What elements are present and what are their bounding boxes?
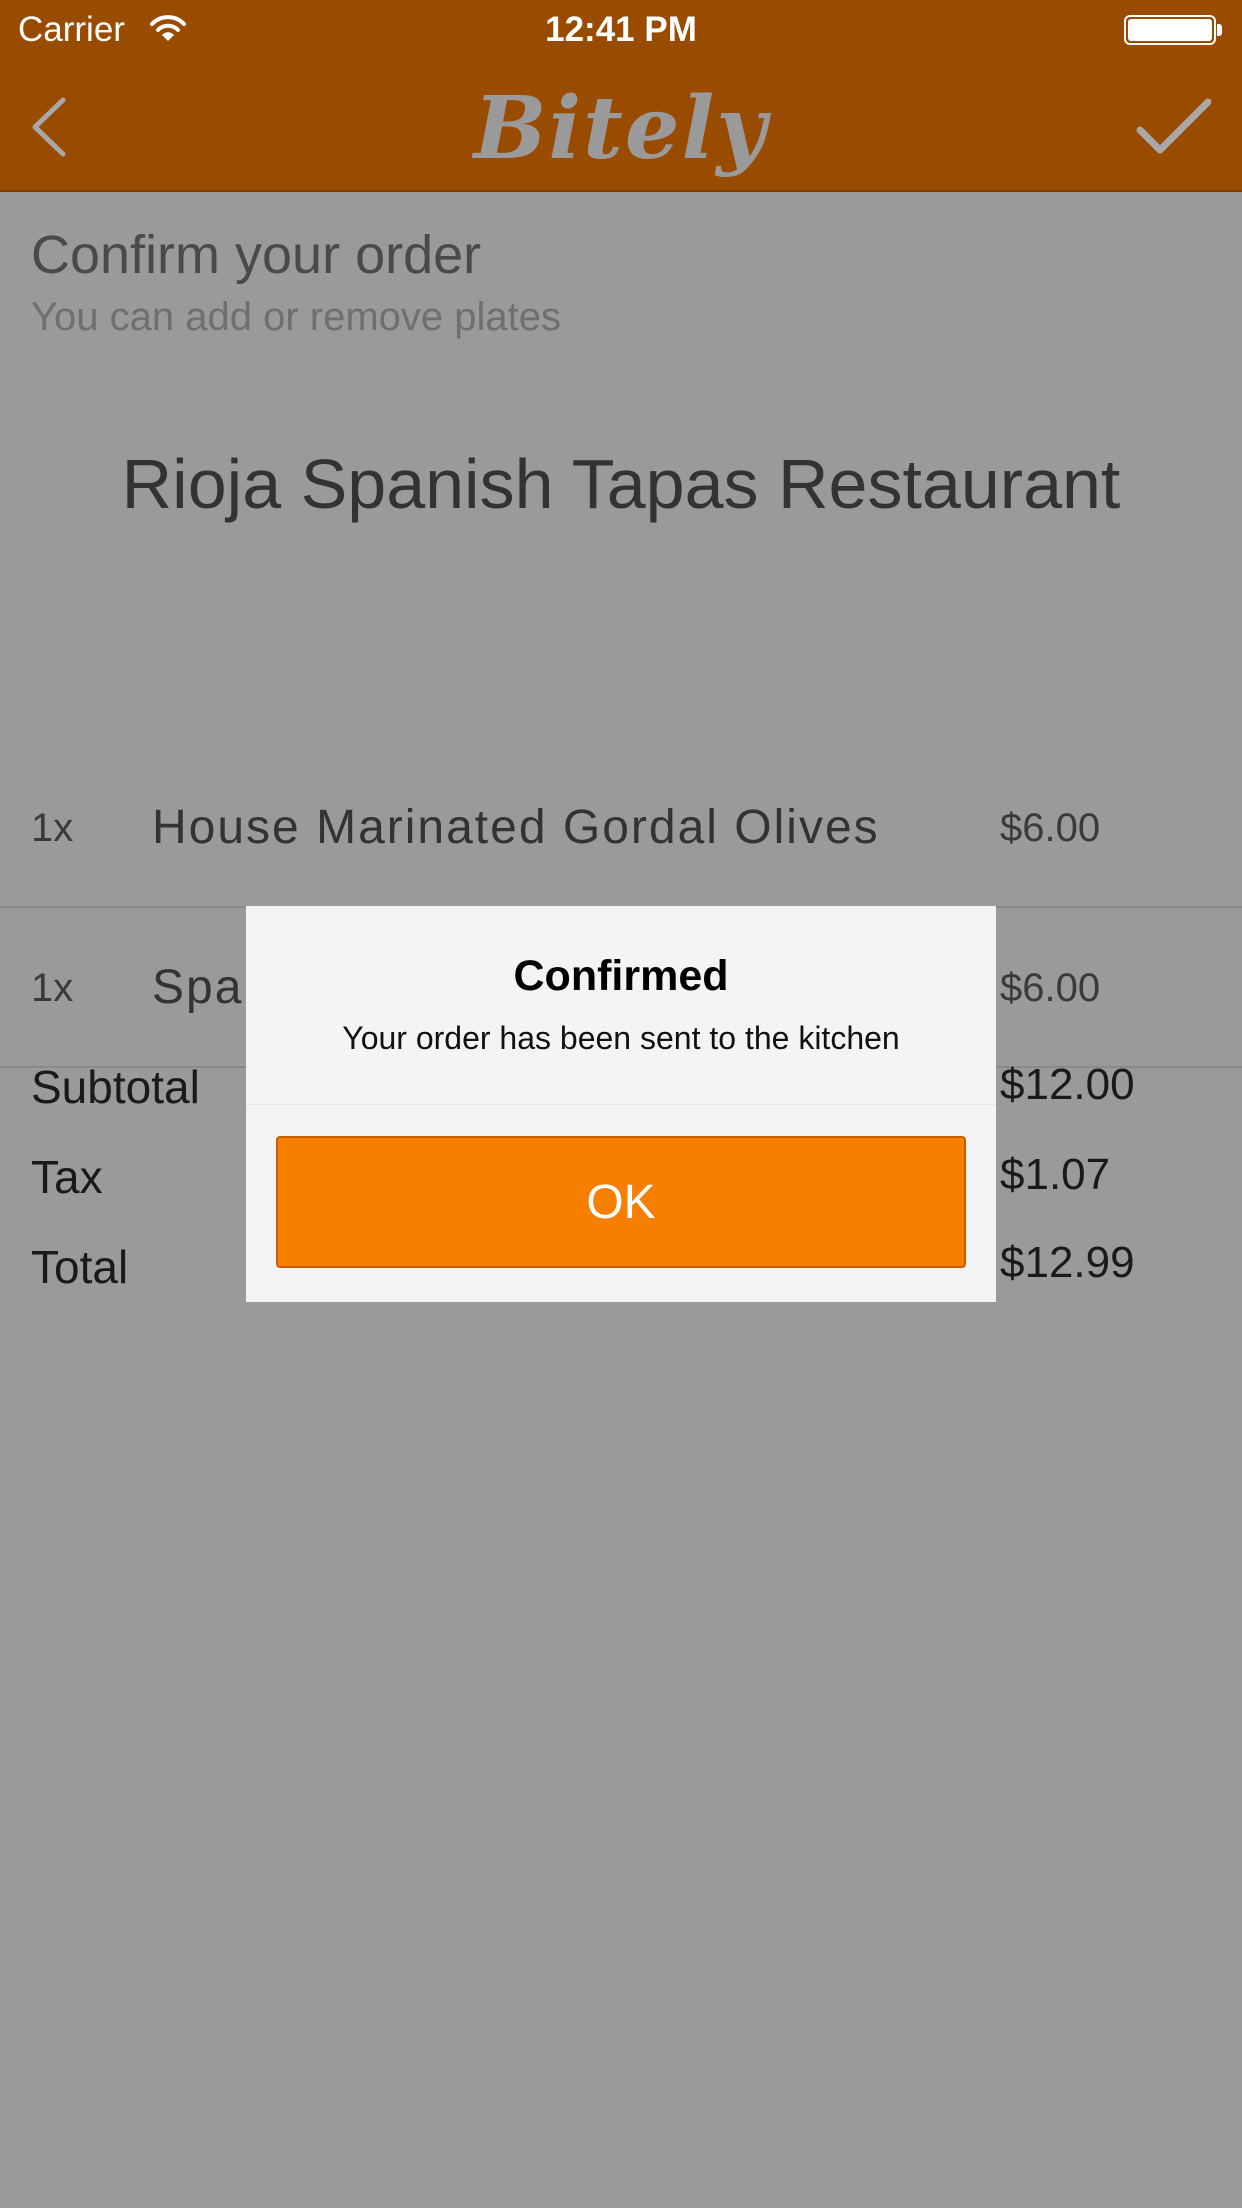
list-item[interactable]: 1x House Marinated Gordal Olives $6.00 [0, 748, 1242, 908]
status-bar: Carrier 12:41 PM [0, 0, 1242, 60]
navigation-bar: Carrier 12:41 PM Bitely [0, 0, 1242, 192]
restaurant-name: Rioja Spanish Tapas Restaurant [121, 445, 1121, 523]
item-name: House Marinated Gordal Olives [152, 801, 880, 854]
battery-icon [1124, 15, 1224, 45]
status-time: 12:41 PM [545, 10, 697, 49]
confirmation-dialog: Confirmed Your order has been sent to th… [246, 906, 996, 1302]
item-quantity: 1x [31, 966, 74, 1010]
subtotal-label: Subtotal [31, 1061, 200, 1113]
tax-value: $1.07 [1000, 1150, 1111, 1199]
app-logo: Bitely [473, 78, 769, 179]
item-quantity: 1x [31, 806, 74, 850]
page-title: Confirm your order [31, 225, 482, 285]
item-price: $6.00 [1000, 966, 1101, 1010]
dialog-divider [246, 1104, 996, 1105]
total-label: Total [31, 1241, 129, 1293]
item-price: $6.00 [1000, 806, 1101, 850]
tax-label: Tax [31, 1151, 103, 1203]
checkmark-icon[interactable] [1134, 96, 1214, 160]
page-subtitle: You can add or remove plates [31, 295, 561, 339]
dialog-message: Your order has been sent to the kitchen [342, 1020, 900, 1056]
total-value: $12.99 [1000, 1238, 1135, 1287]
dialog-title: Confirmed [513, 952, 729, 1000]
subtotal-value: $12.00 [1000, 1060, 1135, 1109]
ok-button[interactable]: OK [276, 1136, 966, 1268]
